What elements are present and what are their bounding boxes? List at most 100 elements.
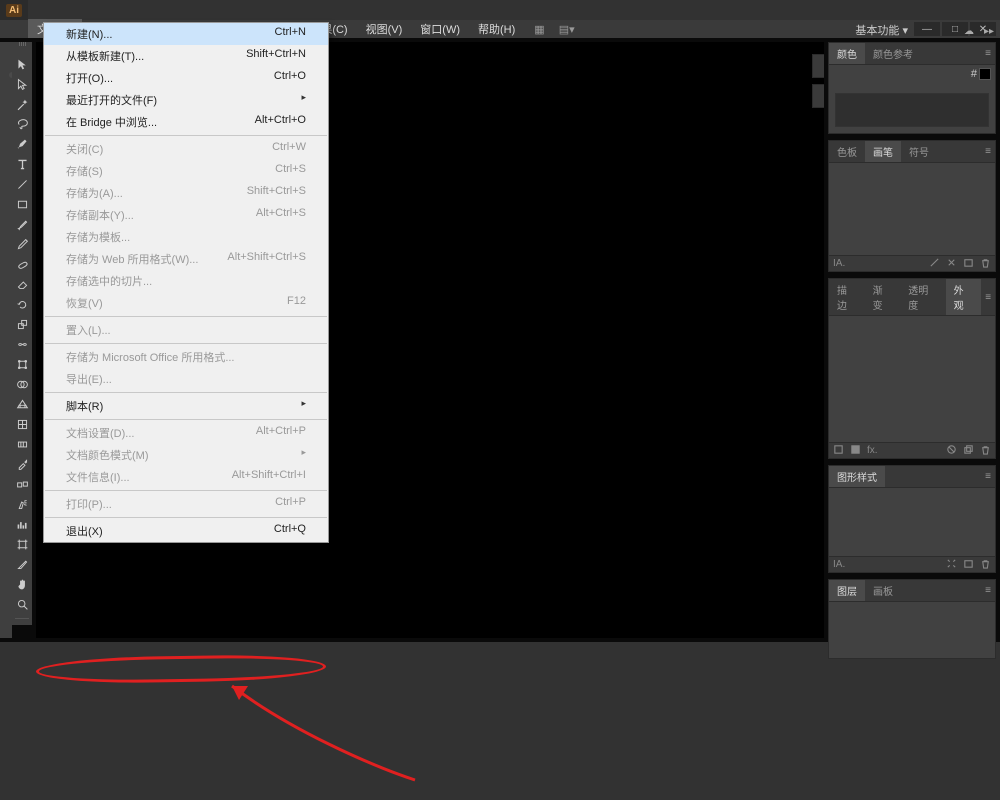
tab-swatches[interactable]: 色板 bbox=[829, 141, 865, 162]
mesh-tool[interactable] bbox=[14, 416, 30, 432]
zoom-tool[interactable] bbox=[14, 596, 30, 612]
duplicate-icon[interactable] bbox=[963, 444, 974, 458]
type-tool[interactable] bbox=[14, 156, 30, 172]
eraser-tool[interactable] bbox=[14, 276, 30, 292]
menu-item-shortcut: Alt+Ctrl+P bbox=[256, 425, 306, 441]
menu-help[interactable]: 帮助(H) bbox=[469, 19, 524, 39]
brush-options-icon[interactable] bbox=[929, 257, 940, 271]
appearance-footer: fx. bbox=[829, 442, 995, 458]
file-menu-item-4[interactable]: 在 Bridge 中浏览...Alt+Ctrl+O bbox=[44, 111, 328, 133]
file-menu-item-3[interactable]: 最近打开的文件(F) bbox=[44, 89, 328, 111]
column-graph-tool[interactable] bbox=[14, 516, 30, 532]
menu-window[interactable]: 窗口(W) bbox=[411, 19, 469, 39]
menu-item-label: 存储副本(Y)... bbox=[66, 207, 134, 223]
tab-appearance[interactable]: 外观 bbox=[946, 279, 982, 315]
collapse-panels-icon[interactable]: ▸▸ bbox=[984, 26, 994, 37]
tab-artboards[interactable]: 画板 bbox=[865, 580, 901, 601]
tab-color-guide[interactable]: 颜色参考 bbox=[865, 43, 921, 64]
gradient-tool[interactable] bbox=[14, 436, 30, 452]
file-menu-item-0[interactable]: 新建(N)...Ctrl+N bbox=[44, 23, 328, 45]
layers-body bbox=[829, 602, 995, 658]
file-menu-item-7: 存储(S)Ctrl+S bbox=[44, 160, 328, 182]
scale-tool[interactable] bbox=[14, 316, 30, 332]
top-right-icon-row: ☁ ▸▸ bbox=[964, 26, 994, 37]
tab-graphic-styles[interactable]: 图形样式 bbox=[829, 466, 885, 487]
workspace-switcher[interactable]: 基本功能 ▾ bbox=[855, 22, 908, 38]
file-menu-item-26: 打印(P)...Ctrl+P bbox=[44, 493, 328, 515]
tab-layers[interactable]: 图层 bbox=[829, 580, 865, 601]
tab-transparency[interactable]: 透明度 bbox=[900, 279, 945, 315]
tab-color[interactable]: 颜色 bbox=[829, 43, 865, 64]
file-menu-item-10: 存储为模板... bbox=[44, 226, 328, 248]
panel-menu-icon[interactable]: ≡ bbox=[981, 141, 995, 162]
break-link-icon[interactable] bbox=[946, 558, 957, 572]
delete-brush-icon[interactable] bbox=[980, 257, 991, 271]
pen-tool[interactable] bbox=[14, 136, 30, 152]
symbol-sprayer-tool[interactable] bbox=[14, 496, 30, 512]
delete-style-icon[interactable] bbox=[980, 558, 991, 572]
file-menu-item-22: 文档设置(D)... Alt+Ctrl+P bbox=[44, 422, 328, 444]
direct-selection-tool[interactable] bbox=[14, 76, 30, 92]
eyedropper-tool[interactable] bbox=[14, 456, 30, 472]
artboard-tool[interactable] bbox=[14, 536, 30, 552]
add-stroke-icon[interactable] bbox=[833, 444, 844, 458]
menu-item-label: 打开(O)... bbox=[66, 70, 113, 86]
color-swatch-current[interactable] bbox=[979, 68, 991, 80]
add-effect-label[interactable]: fx. bbox=[867, 445, 878, 456]
perspective-grid-tool[interactable] bbox=[14, 396, 30, 412]
menu-separator bbox=[45, 490, 327, 491]
tab-gradient[interactable]: 渐变 bbox=[865, 279, 901, 315]
rectangle-tool[interactable] bbox=[14, 196, 30, 212]
file-menu-item-20[interactable]: 脚本(R) bbox=[44, 395, 328, 417]
menu-view[interactable]: 视图(V) bbox=[357, 19, 412, 39]
layout-dropdown-icon[interactable]: ▤▾ bbox=[559, 23, 575, 36]
paintbrush-tool[interactable] bbox=[14, 216, 30, 232]
shape-builder-tool[interactable] bbox=[14, 376, 30, 392]
rotate-tool[interactable] bbox=[14, 296, 30, 312]
selection-tool[interactable] bbox=[14, 56, 30, 72]
tab-symbols[interactable]: 符号 bbox=[901, 141, 937, 162]
width-tool[interactable] bbox=[14, 336, 30, 352]
add-fill-icon[interactable] bbox=[850, 444, 861, 458]
free-transform-tool[interactable] bbox=[14, 356, 30, 372]
layers-panel: 图层 画板 ≡ bbox=[828, 579, 996, 659]
remove-brush-icon[interactable] bbox=[946, 257, 957, 271]
menu-item-shortcut: Alt+Ctrl+S bbox=[256, 207, 306, 223]
panel-menu-icon[interactable]: ≡ bbox=[981, 466, 995, 487]
menu-separator bbox=[45, 343, 327, 344]
panel-collapse-tab-2[interactable] bbox=[812, 84, 824, 108]
slice-tool[interactable] bbox=[14, 556, 30, 572]
file-menu-item-23: 文档颜色模式(M) bbox=[44, 444, 328, 466]
file-menu-item-24: 文件信息(I)...Alt+Shift+Ctrl+I bbox=[44, 466, 328, 488]
pencil-tool[interactable] bbox=[14, 236, 30, 252]
magic-wand-tool[interactable] bbox=[14, 96, 30, 112]
file-menu-item-28[interactable]: 退出(X)Ctrl+Q bbox=[44, 520, 328, 542]
minimize-button[interactable]: — bbox=[914, 22, 940, 36]
menu-item-shortcut: Shift+Ctrl+S bbox=[247, 185, 306, 201]
graphic-styles-body bbox=[829, 488, 995, 556]
menu-item-shortcut: F12 bbox=[287, 295, 306, 311]
new-style-icon[interactable] bbox=[963, 558, 974, 572]
csreview-icon[interactable]: ☁ bbox=[964, 26, 974, 37]
hand-tool[interactable] bbox=[14, 576, 30, 592]
delete-appearance-icon[interactable] bbox=[980, 444, 991, 458]
blob-brush-tool[interactable] bbox=[14, 256, 30, 272]
panel-menu-icon[interactable]: ≡ bbox=[981, 43, 995, 64]
new-brush-icon[interactable] bbox=[963, 257, 974, 271]
file-menu-item-2[interactable]: 打开(O)...Ctrl+O bbox=[44, 67, 328, 89]
menu-item-label: 最近打开的文件(F) bbox=[66, 92, 157, 108]
tab-stroke[interactable]: 描边 bbox=[829, 279, 865, 315]
file-menu-item-1[interactable]: 从模板新建(T)...Shift+Ctrl+N bbox=[44, 45, 328, 67]
line-tool[interactable] bbox=[14, 176, 30, 192]
menu-separator bbox=[45, 419, 327, 420]
panel-collapse-tab-1[interactable] bbox=[812, 54, 824, 78]
tab-brushes[interactable]: 画笔 bbox=[865, 141, 901, 162]
blend-tool[interactable] bbox=[14, 476, 30, 492]
lasso-tool[interactable] bbox=[14, 116, 30, 132]
layout-icon[interactable]: ▦ bbox=[534, 23, 544, 36]
color-spectrum[interactable] bbox=[835, 93, 989, 127]
panel-menu-icon[interactable]: ≡ bbox=[981, 279, 995, 315]
menu-item-label: 文档设置(D)... bbox=[66, 425, 134, 441]
panel-menu-icon[interactable]: ≡ bbox=[981, 580, 995, 601]
clear-appearance-icon[interactable] bbox=[946, 444, 957, 458]
